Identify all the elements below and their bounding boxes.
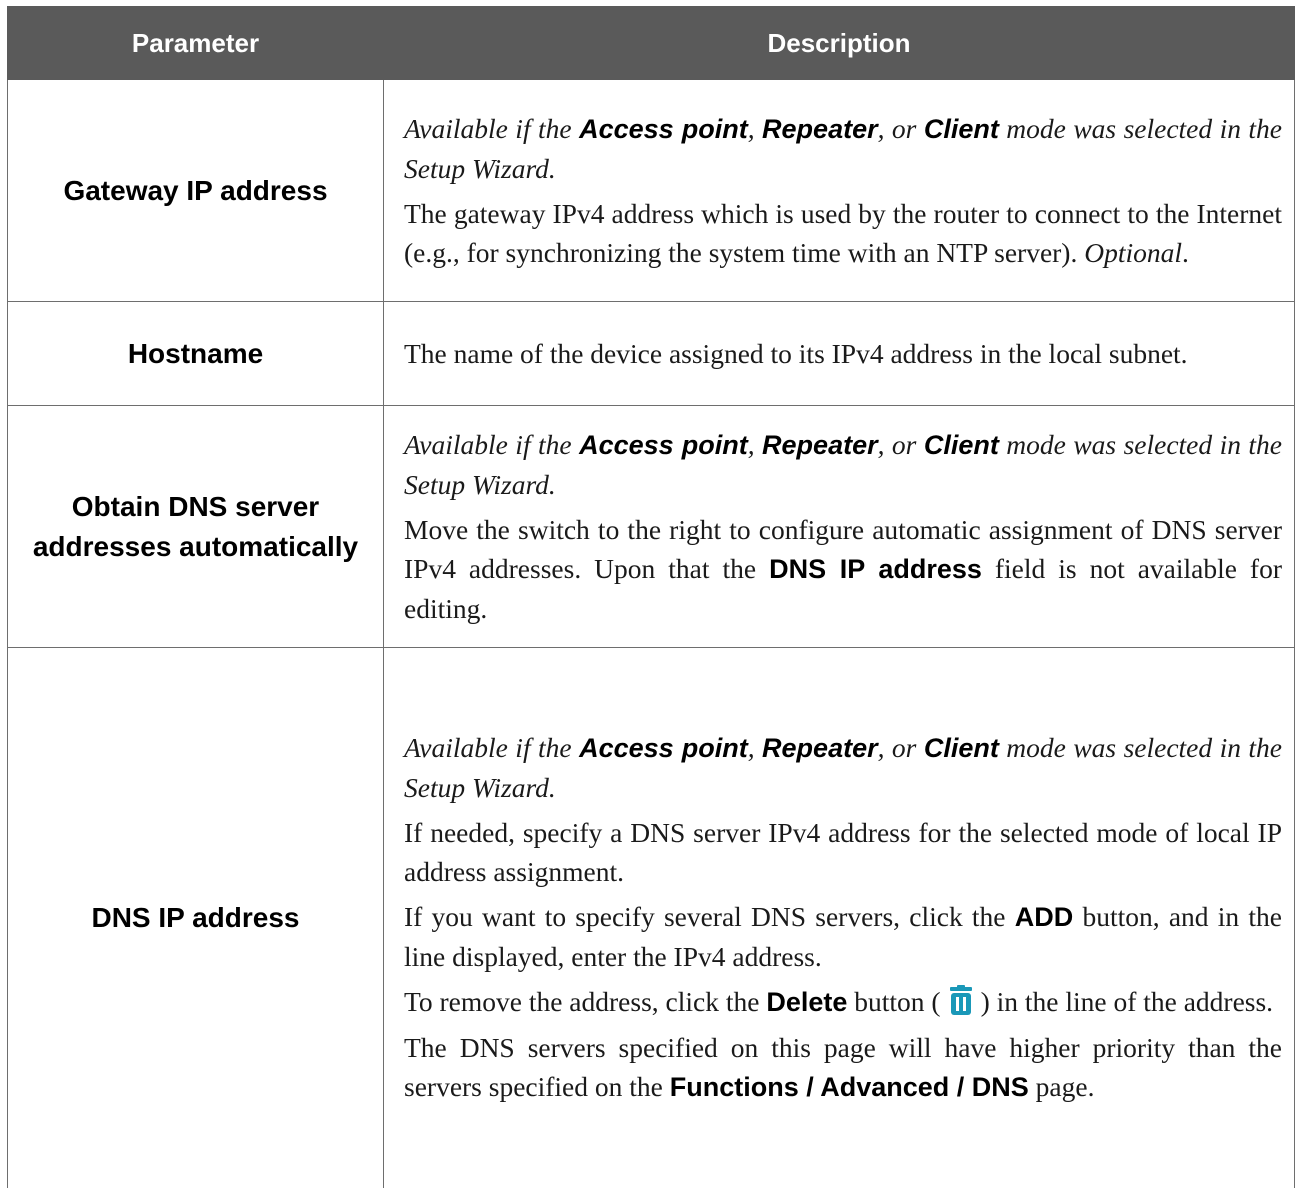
description-text: If you want to specify several DNS serve… bbox=[404, 901, 1282, 973]
description-text: To remove the address, click the Delete … bbox=[404, 985, 1274, 1018]
description-text: If needed, specify a DNS server IPv4 add… bbox=[404, 817, 1282, 888]
param-gateway-ip: Gateway IP address bbox=[7, 79, 384, 302]
table-row: Hostname The name of the device assigned… bbox=[7, 301, 1295, 406]
description-text: The DNS servers specified on this page w… bbox=[404, 1032, 1282, 1103]
description-text: The gateway IPv4 address which is used b… bbox=[404, 198, 1282, 268]
availability-note: Available if the Access point, Repeater,… bbox=[404, 429, 1283, 500]
availability-note: Available if the Access point, Repeater,… bbox=[404, 113, 1283, 184]
parameters-table: Parameter Description Gateway IP address… bbox=[7, 6, 1295, 1188]
param-hostname: Hostname bbox=[7, 301, 384, 406]
header-description: Description bbox=[383, 6, 1295, 80]
desc-obtain-dns: Available if the Access point, Repeater,… bbox=[383, 405, 1295, 648]
param-dns-ip: DNS IP address bbox=[7, 647, 384, 1188]
param-obtain-dns: Obtain DNS server addresses automaticall… bbox=[7, 405, 384, 648]
trash-icon bbox=[949, 985, 972, 1016]
desc-hostname: The name of the device assigned to its I… bbox=[383, 301, 1295, 406]
desc-dns-ip: Available if the Access point, Repeater,… bbox=[383, 647, 1295, 1188]
header-parameter: Parameter bbox=[7, 6, 384, 80]
desc-gateway-ip: Available if the Access point, Repeater,… bbox=[383, 79, 1295, 302]
availability-note: Available if the Access point, Repeater,… bbox=[404, 732, 1283, 804]
table-header-row: Parameter Description bbox=[7, 6, 1295, 80]
table-row: Gateway IP address Available if the Acce… bbox=[7, 79, 1295, 302]
description-text: The name of the device assigned to its I… bbox=[404, 338, 1188, 369]
table-row: DNS IP address Available if the Access p… bbox=[7, 647, 1295, 1188]
description-text: Move the switch to the right to configur… bbox=[404, 514, 1282, 624]
table-row: Obtain DNS server addresses automaticall… bbox=[7, 405, 1295, 648]
